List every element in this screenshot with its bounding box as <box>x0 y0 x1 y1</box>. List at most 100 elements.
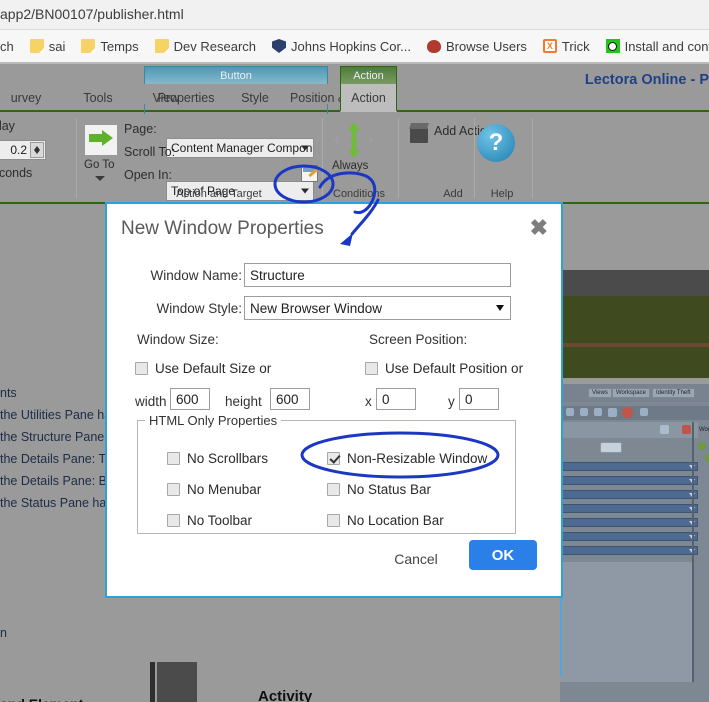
window-name-value: Structure <box>250 267 305 283</box>
no-toolbar-checkbox[interactable] <box>167 514 180 527</box>
chevron-down-icon[interactable] <box>496 305 504 311</box>
context-group-action: Action <box>340 66 397 84</box>
scroll-to-label: Scroll To: <box>124 145 176 159</box>
use-default-position-label: Use Default Position or <box>385 361 524 376</box>
thumb-breadcrumb-views: Views <box>588 388 612 398</box>
width-label: width <box>135 394 167 409</box>
window-name-label: Window Name: <box>150 268 242 283</box>
activity-title: Activity <box>258 688 313 702</box>
window-style-label: Window Style: <box>156 301 242 316</box>
content-dark-edge <box>150 662 155 702</box>
group-label-help: Help <box>490 188 514 200</box>
bookmark-label: Johns Hopkins Cor... <box>291 38 411 54</box>
left-text-line-0: nts <box>0 386 17 400</box>
no-toolbar-row[interactable]: No Toolbar <box>167 513 252 528</box>
page-combo-value: Content Manager Compone <box>171 141 313 155</box>
bookmark-trick[interactable]: X Trick <box>535 33 598 59</box>
ok-button[interactable]: OK <box>469 540 537 570</box>
bookmark-label: Trick <box>561 38 590 54</box>
left-text-line-6: n <box>0 626 7 640</box>
spinner-arrows-icon[interactable] <box>30 142 44 158</box>
tabstrip: urvey Tools View Properties Style Positi… <box>0 84 709 132</box>
bookmark-label: ch <box>0 38 14 54</box>
folder-icon <box>29 39 44 53</box>
use-default-size-label: Use Default Size or <box>155 361 272 376</box>
left-text-line-5: the Status Pane ha <box>0 496 107 510</box>
browser-url-bar[interactable]: app2/BN00107/publisher.html <box>0 0 709 30</box>
non-resizable-window-row[interactable]: Non-Resizable Window <box>327 451 487 466</box>
bookmark-dev-research[interactable]: Dev Research <box>147 33 264 59</box>
dialog-title: New Window Properties <box>121 218 324 239</box>
tab-style[interactable]: Style <box>228 84 282 112</box>
ant-icon <box>426 39 441 53</box>
page-combo[interactable]: Content Manager Compone <box>166 138 314 158</box>
no-menubar-checkbox[interactable] <box>167 483 180 496</box>
delay-spinner[interactable]: 0.2 <box>0 140 46 160</box>
close-icon[interactable]: ✖ <box>530 217 548 239</box>
bookmark-sai[interactable]: sai <box>22 33 74 59</box>
tab-survey[interactable]: urvey <box>0 84 58 112</box>
folder-icon <box>81 39 96 53</box>
group-label-action-and-target: Action and Target <box>176 188 262 200</box>
thumb-right-pane-label: Workspa <box>699 427 709 433</box>
non-resizable-window-checkbox[interactable] <box>327 452 340 465</box>
no-location-bar-label: No Location Bar <box>347 513 444 528</box>
window-name-input[interactable]: Structure <box>244 263 511 287</box>
no-menubar-row[interactable]: No Menubar <box>167 482 261 497</box>
no-scrollbars-row[interactable]: No Scrollbars <box>167 451 268 466</box>
non-resizable-window-label: Non-Resizable Window <box>347 451 488 466</box>
x-input[interactable]: 0 <box>376 388 416 410</box>
group-label-conditions: Conditions <box>333 188 385 200</box>
use-default-size-checkbox[interactable] <box>135 362 148 375</box>
open-in-label: Open In: <box>124 168 172 182</box>
xampp-icon: X <box>542 39 557 53</box>
context-group-button: Button <box>144 66 328 84</box>
add-action-icon[interactable] <box>410 128 428 143</box>
left-text-line-1: the Utilities Pane ha <box>0 408 112 422</box>
x-value: 0 <box>382 391 390 407</box>
window-style-value: New Browser Window <box>250 300 383 316</box>
delay-label: elay <box>0 119 15 133</box>
green-clock-icon <box>605 39 620 53</box>
bookmark-ch[interactable]: ch <box>0 33 22 59</box>
bookmark-johns-hopkins[interactable]: Johns Hopkins Cor... <box>264 33 419 59</box>
height-input[interactable]: 600 <box>270 388 310 410</box>
tab-properties[interactable]: Properties <box>144 84 228 112</box>
go-to-dropdown-caret-icon[interactable] <box>95 176 105 181</box>
bookmark-label: Dev Research <box>173 38 257 54</box>
shield-icon <box>272 39 287 53</box>
window-size-label: Window Size: <box>137 332 219 347</box>
bookmark-temps[interactable]: Temps <box>73 33 146 59</box>
height-label: height <box>225 394 262 409</box>
no-status-bar-label: No Status Bar <box>347 482 432 497</box>
chevron-down-icon[interactable] <box>301 145 309 151</box>
go-to-label: Go To <box>84 159 115 171</box>
use-default-position-checkbox-row[interactable]: Use Default Position or <box>365 361 523 376</box>
no-location-bar-checkbox[interactable] <box>327 514 340 527</box>
new-window-properties-dialog: New Window Properties ✖ Window Name: Str… <box>105 202 563 598</box>
bookmark-browse-users[interactable]: Browse Users <box>419 33 535 59</box>
height-value: 600 <box>276 391 299 407</box>
tab-tools[interactable]: Tools <box>70 84 126 112</box>
no-status-bar-row[interactable]: No Status Bar <box>327 482 431 497</box>
screen-position-label: Screen Position: <box>369 332 468 347</box>
tab-action[interactable]: Action <box>340 84 397 112</box>
width-input[interactable]: 600 <box>170 388 210 410</box>
bookmark-label: Install and config <box>624 38 709 54</box>
delay-value: 0.2 <box>10 143 27 157</box>
cancel-button[interactable]: Cancel <box>384 547 448 571</box>
bottom-left-text: and Element <box>0 696 83 702</box>
help-icon[interactable]: ? <box>477 124 515 162</box>
always-condition-icon[interactable] <box>334 122 374 158</box>
y-input[interactable]: 0 <box>459 388 499 410</box>
go-to-icon[interactable] <box>84 124 118 156</box>
no-status-bar-checkbox[interactable] <box>327 483 340 496</box>
no-scrollbars-checkbox[interactable] <box>167 452 180 465</box>
window-style-select[interactable]: New Browser Window <box>244 296 511 320</box>
use-default-size-checkbox-row[interactable]: Use Default Size or <box>135 361 271 376</box>
use-default-position-checkbox[interactable] <box>365 362 378 375</box>
edit-window-properties-button[interactable] <box>301 165 318 182</box>
url-text[interactable]: app2/BN00107/publisher.html <box>0 6 184 22</box>
bookmark-install-and-config[interactable]: Install and config <box>598 33 709 59</box>
no-location-bar-row[interactable]: No Location Bar <box>327 513 444 528</box>
